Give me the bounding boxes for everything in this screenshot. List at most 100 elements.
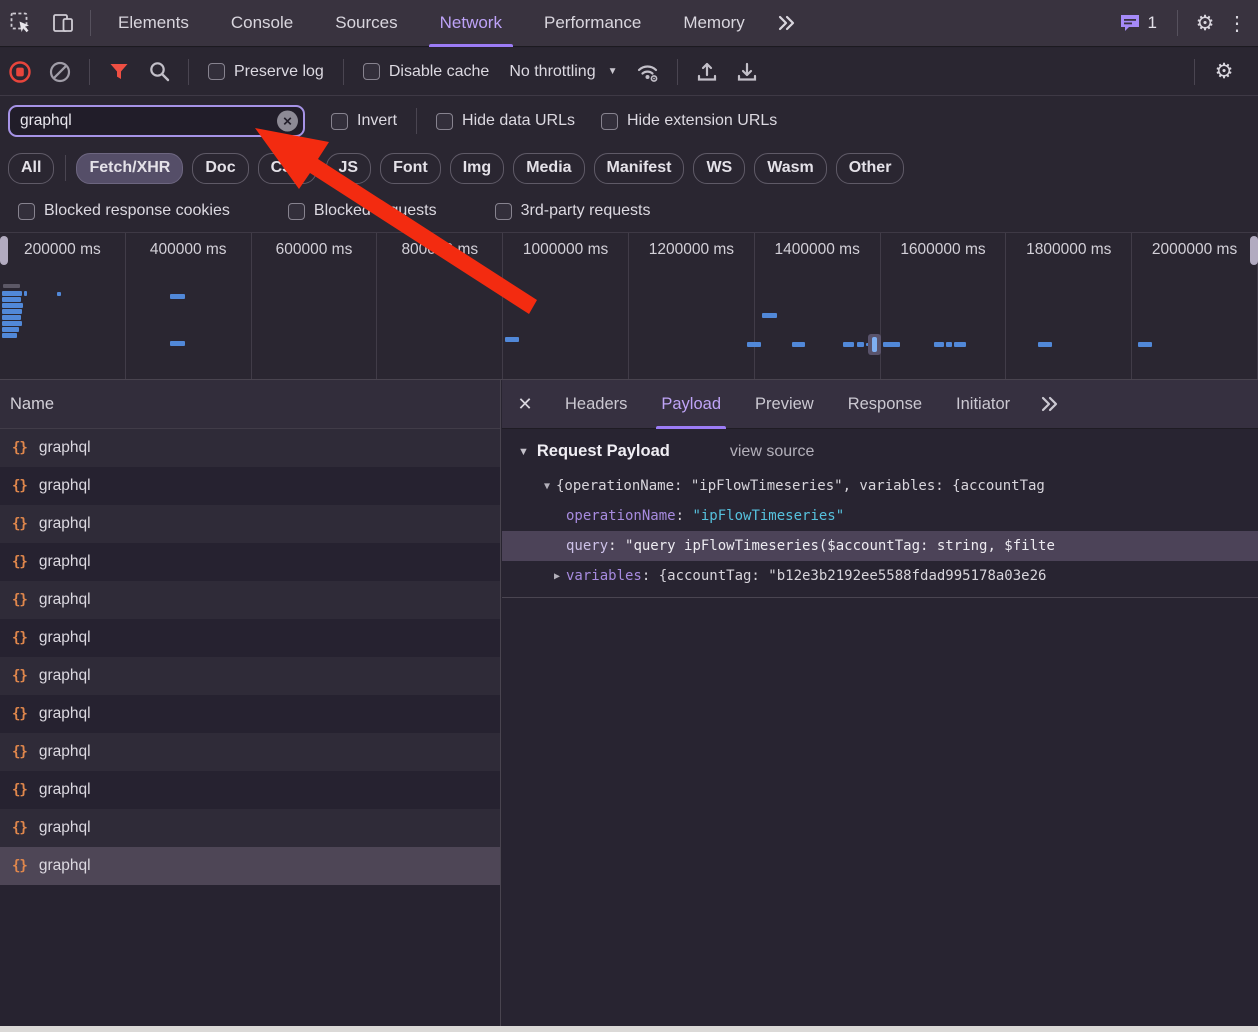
more-tabs-icon[interactable] [774,10,800,36]
tab-initiator[interactable]: Initiator [939,380,1027,429]
request-payload-section-header[interactable]: ▼ Request Payload view source [502,442,1258,461]
tab-headers[interactable]: Headers [548,380,644,429]
chip-font[interactable]: Font [380,153,441,184]
third-party-requests-checkbox[interactable]: 3rd-party requests [495,202,651,220]
export-har-icon[interactable] [732,57,762,87]
table-row[interactable]: {}graphql [0,771,500,809]
chip-fetch-xhr[interactable]: Fetch/XHR [76,153,183,184]
resource-type-chips: All Fetch/XHR Doc CSS JS Font Img Media … [0,146,1258,190]
colon: : [642,568,659,584]
table-row[interactable]: {}graphql [0,657,500,695]
payload-query-row-highlighted[interactable]: query: "query ipFlowTimeseries($accountT… [502,531,1258,561]
request-details-panel: ✕ Headers Payload Preview Response Initi… [502,380,1258,1026]
fetch-xhr-icon: {} [12,668,27,684]
chip-all[interactable]: All [8,153,54,184]
property-value-object: {accountTag: "b12e3b2192ee5588fdad995178… [659,568,1047,584]
blocked-response-cookies-checkbox[interactable]: Blocked response cookies [18,202,230,220]
table-row[interactable]: {}graphql [0,429,500,467]
collapse-triangle-icon: ▼ [518,446,529,458]
chip-wasm[interactable]: Wasm [754,153,827,184]
record-network-log-button[interactable] [5,57,35,87]
throttling-dropdown[interactable]: No throttling ▼ [509,63,617,81]
property-value-string: "ipFlowTimeseries" [692,508,844,524]
divider [1177,10,1178,36]
section-title: Request Payload [537,442,670,461]
tab-network[interactable]: Network [419,0,523,47]
device-toolbar-icon[interactable] [50,10,76,36]
timeline-grid: 200000 ms 400000 ms 600000 ms 800000 ms … [0,233,1258,379]
chip-ws[interactable]: WS [693,153,745,184]
tab-elements[interactable]: Elements [97,0,210,47]
network-settings-gear-icon[interactable]: ⚙ [1209,57,1239,87]
expand-triangle-icon[interactable]: ▼ [538,481,556,492]
close-details-icon[interactable]: ✕ [502,394,548,415]
checkbox [495,203,512,220]
hide-extension-urls-checkbox[interactable]: Hide extension URLs [601,112,777,130]
fetch-xhr-icon: {} [12,478,27,494]
import-har-icon[interactable] [692,57,722,87]
network-overview-timeline[interactable]: 200000 ms 400000 ms 600000 ms 800000 ms … [0,232,1258,380]
table-row[interactable]: {}graphql [0,505,500,543]
tab-memory[interactable]: Memory [662,0,765,47]
table-row[interactable]: {}graphql [0,733,500,771]
filter-text-input[interactable] [10,112,303,130]
chip-doc[interactable]: Doc [192,153,248,184]
fetch-xhr-icon: {} [12,744,27,760]
payload-operation-name-row[interactable]: operationName: "ipFlowTimeseries" [502,501,1258,531]
table-row[interactable]: {}graphql [0,581,500,619]
requests-name-column-header[interactable]: Name [0,380,500,429]
request-name: graphql [39,591,91,609]
table-row-selected[interactable]: {}graphql [0,847,500,885]
table-row[interactable]: {}graphql [0,809,500,847]
more-details-tabs-icon[interactable] [1027,395,1073,413]
request-name: graphql [39,553,91,571]
tab-console[interactable]: Console [210,0,314,47]
tab-preview[interactable]: Preview [738,380,831,429]
view-source-link[interactable]: view source [730,443,814,461]
tab-sources[interactable]: Sources [314,0,418,47]
network-conditions-icon[interactable] [633,57,663,87]
tab-response[interactable]: Response [831,380,939,429]
table-row[interactable]: {}graphql [0,619,500,657]
payload-variables-row[interactable]: ▶variables: {accountTag: "b12e3b2192ee55… [502,561,1258,591]
chip-media[interactable]: Media [513,153,584,184]
checkbox [331,113,348,130]
chip-img[interactable]: Img [450,153,504,184]
settings-gear-icon[interactable]: ⚙ [1192,10,1218,36]
table-row[interactable]: {}graphql [0,467,500,505]
chip-css[interactable]: CSS [258,153,317,184]
divider [343,59,344,85]
kebab-menu-icon[interactable]: ⋮ [1226,11,1248,36]
filter-funnel-icon[interactable] [104,57,134,87]
checkbox [208,63,225,80]
clear-filter-icon[interactable]: ✕ [277,111,298,132]
invert-checkbox[interactable]: Invert [331,112,397,130]
request-name: graphql [39,857,91,875]
details-tabbar: ✕ Headers Payload Preview Response Initi… [502,380,1258,429]
table-row[interactable]: {}graphql [0,543,500,581]
tab-label: Network [440,13,502,33]
object-preview-text: {operationName: "ipFlowTimeseries", vari… [556,478,1045,494]
clear-network-log-icon[interactable] [45,57,75,87]
tab-payload[interactable]: Payload [644,380,738,429]
filter-input-container: ✕ [8,105,305,137]
disable-cache-checkbox[interactable]: Disable cache [363,63,490,81]
request-timing-bar [170,341,185,346]
blocked-requests-checkbox[interactable]: Blocked requests [288,202,437,220]
chip-js[interactable]: JS [326,153,372,184]
tab-performance[interactable]: Performance [523,0,662,47]
expand-triangle-icon[interactable]: ▶ [548,571,566,582]
hide-data-urls-checkbox[interactable]: Hide data URLs [436,112,575,130]
hide-data-urls-label: Hide data URLs [462,112,575,130]
request-timing-bar [2,315,21,320]
chip-manifest[interactable]: Manifest [594,153,685,184]
search-icon[interactable] [144,57,174,87]
preserve-log-checkbox[interactable]: Preserve log [208,63,324,81]
payload-object-preview-row[interactable]: ▼{operationName: "ipFlowTimeseries", var… [502,471,1258,501]
issues-indicator[interactable]: 1 [1119,13,1157,33]
inspect-element-icon[interactable] [8,10,34,36]
tab-label: Performance [544,13,641,33]
chip-other[interactable]: Other [836,153,905,184]
table-row[interactable]: {}graphql [0,695,500,733]
request-timing-bar [857,342,864,347]
